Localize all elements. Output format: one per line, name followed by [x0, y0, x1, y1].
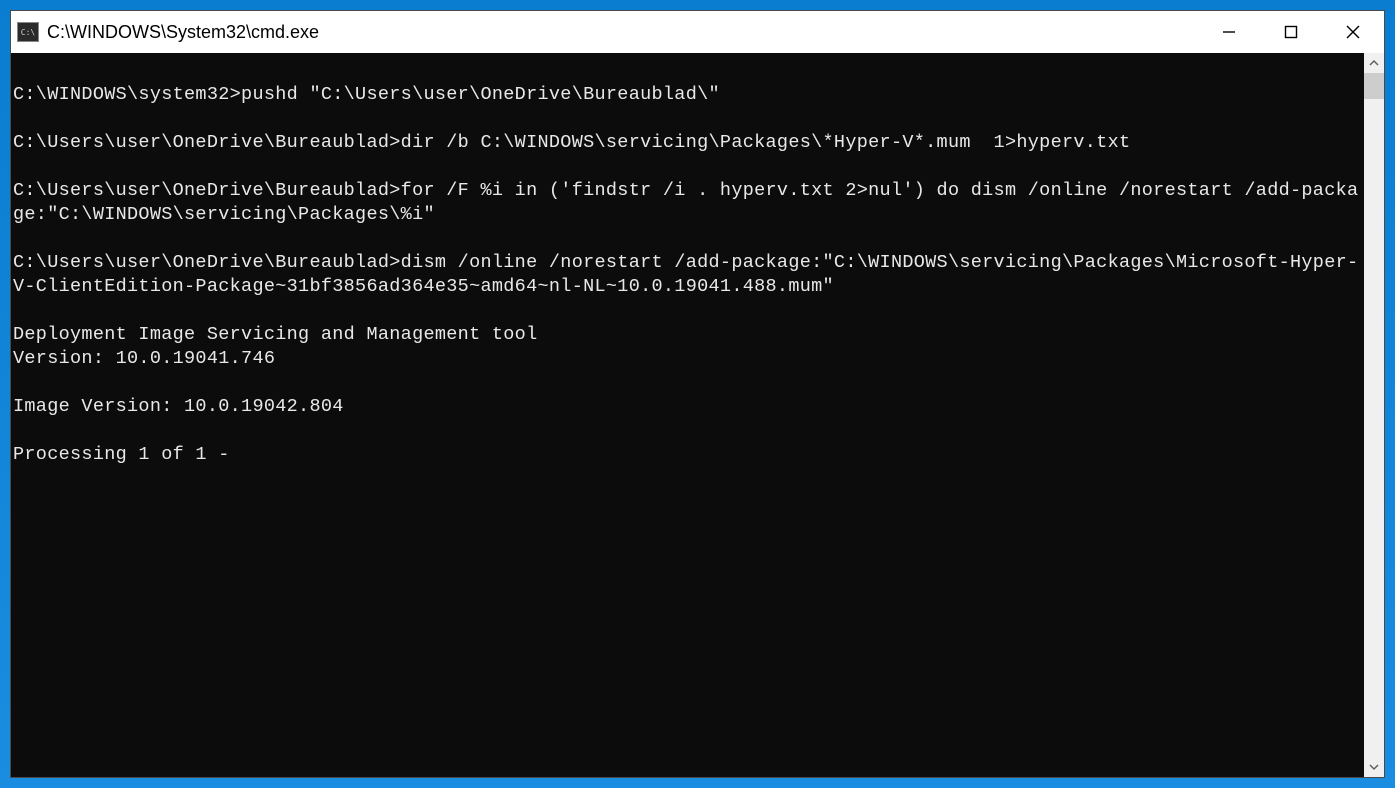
close-button[interactable] [1322, 11, 1384, 53]
cmd-window: C:\ C:\WINDOWS\System32\cmd.exe C:\WINDO… [10, 10, 1385, 778]
cmd-icon: C:\ [17, 22, 39, 42]
chevron-up-icon [1369, 58, 1379, 68]
scroll-track[interactable] [1364, 73, 1384, 757]
window-controls [1198, 11, 1384, 53]
terminal-output[interactable]: C:\WINDOWS\system32>pushd "C:\Users\user… [11, 53, 1364, 777]
close-icon [1346, 25, 1360, 39]
scroll-thumb[interactable] [1364, 73, 1384, 99]
window-title: C:\WINDOWS\System32\cmd.exe [47, 22, 1198, 43]
minimize-button[interactable] [1198, 11, 1260, 53]
maximize-button[interactable] [1260, 11, 1322, 53]
content-wrapper: C:\WINDOWS\system32>pushd "C:\Users\user… [11, 53, 1384, 777]
maximize-icon [1284, 25, 1298, 39]
scroll-down-arrow[interactable] [1364, 757, 1384, 777]
minimize-icon [1222, 25, 1236, 39]
scroll-up-arrow[interactable] [1364, 53, 1384, 73]
chevron-down-icon [1369, 762, 1379, 772]
scrollbar[interactable] [1364, 53, 1384, 777]
titlebar[interactable]: C:\ C:\WINDOWS\System32\cmd.exe [11, 11, 1384, 53]
